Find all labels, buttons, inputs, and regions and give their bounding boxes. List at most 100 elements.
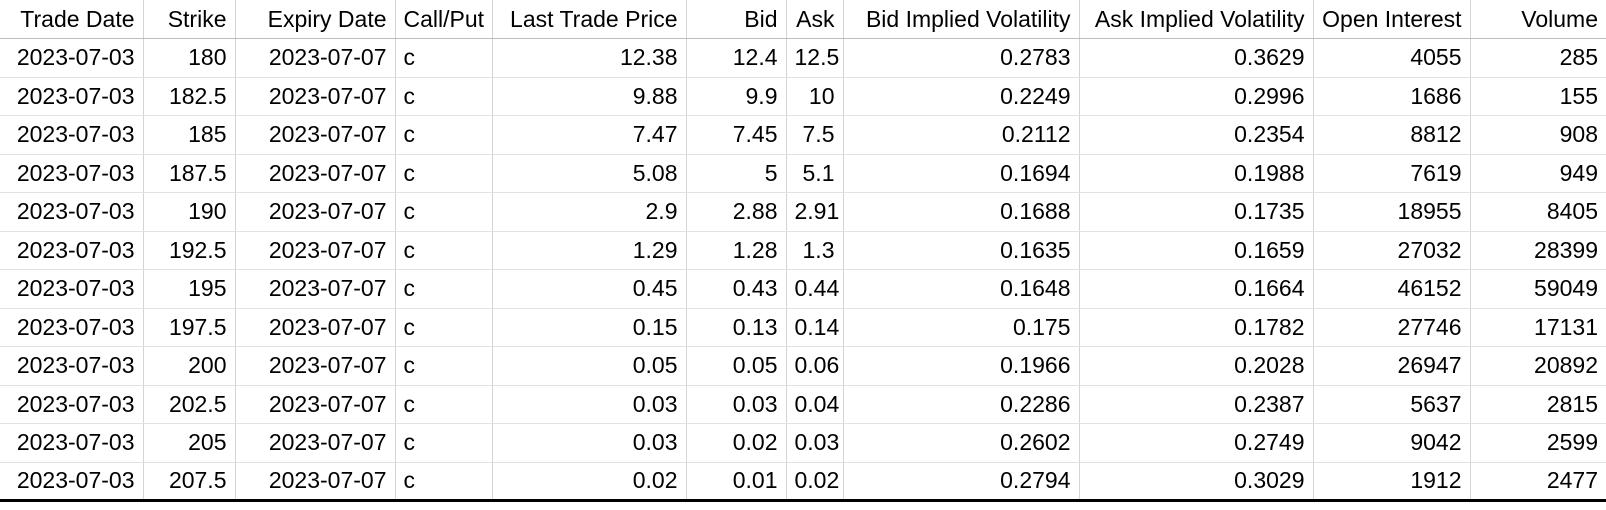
cell-bid: 0.02: [686, 423, 787, 463]
cell-strike: 207.5: [143, 462, 236, 502]
table-row[interactable]: 2023-07-03 200 2023-07-07 c 0.05 0.05 0.06 0.19…: [0, 346, 1606, 386]
cell-open-interest: 8812: [1313, 115, 1471, 155]
cell-call-put: c: [395, 192, 493, 232]
column-header-trade-date[interactable]: Trade Date: [0, 0, 144, 39]
table-header: Trade Date Strike Expiry Date Call/Put Last …: [0, 0, 1606, 39]
cell-expiry-date: 2023-07-07: [235, 115, 396, 155]
cell-bid-iv: 0.1966: [843, 346, 1080, 386]
cell-strike: 192.5: [143, 231, 236, 270]
table-row[interactable]: 2023-07-03 192.5 2023-07-07 c 1.29 1.28 1.3 0.1…: [0, 231, 1606, 270]
cell-volume: 20892: [1470, 346, 1606, 386]
table-row[interactable]: 2023-07-03 195 2023-07-07 c 0.45 0.43 0.44 0.16…: [0, 269, 1606, 309]
table-row[interactable]: 2023-07-03 185 2023-07-07 c 7.47 7.45 7.5 0.211…: [0, 115, 1606, 155]
cell-bid: 7.45: [686, 115, 787, 155]
options-chain-table: Trade Date Strike Expiry Date Call/Put Last …: [0, 0, 1606, 502]
cell-expiry-date: 2023-07-07: [235, 154, 396, 193]
table-row[interactable]: 2023-07-03 202.5 2023-07-07 c 0.03 0.03 0.04 0.…: [0, 385, 1606, 424]
cell-bid: 0.05: [686, 346, 787, 386]
column-header-open-interest[interactable]: Open Interest: [1313, 0, 1471, 39]
cell-trade-date: 2023-07-03: [0, 308, 144, 347]
cell-bid: 0.43: [686, 269, 787, 309]
cell-bid-iv: 0.1648: [843, 269, 1080, 309]
cell-bid: 2.88: [686, 192, 787, 232]
cell-ask-iv: 0.1988: [1079, 154, 1314, 193]
table-row[interactable]: 2023-07-03 190 2023-07-07 c 2.9 2.88 2.91 0.168…: [0, 192, 1606, 232]
cell-trade-date: 2023-07-03: [0, 346, 144, 386]
cell-trade-date: 2023-07-03: [0, 115, 144, 155]
cell-trade-date: 2023-07-03: [0, 462, 144, 502]
cell-ask-iv: 0.2354: [1079, 115, 1314, 155]
cell-bid-iv: 0.2783: [843, 38, 1080, 78]
cell-trade-date: 2023-07-03: [0, 385, 144, 424]
cell-strike: 187.5: [143, 154, 236, 193]
table-header-row: Trade Date Strike Expiry Date Call/Put Last …: [0, 0, 1606, 39]
cell-open-interest: 1912: [1313, 462, 1471, 502]
table-row[interactable]: 2023-07-03 205 2023-07-07 c 0.03 0.02 0.03 0.26…: [0, 423, 1606, 463]
cell-ask-iv: 0.1735: [1079, 192, 1314, 232]
cell-last-trade: 0.45: [492, 269, 687, 309]
cell-ask: 7.5: [786, 115, 844, 155]
cell-strike: 185: [143, 115, 236, 155]
cell-call-put: c: [395, 115, 493, 155]
table-row[interactable]: 2023-07-03 207.5 2023-07-07 c 0.02 0.01 0.02 0.…: [0, 462, 1606, 502]
cell-trade-date: 2023-07-03: [0, 269, 144, 309]
cell-strike: 205: [143, 423, 236, 463]
cell-call-put: c: [395, 423, 493, 463]
cell-ask-iv: 0.2749: [1079, 423, 1314, 463]
cell-ask: 5.1: [786, 154, 844, 193]
cell-ask: 0.14: [786, 308, 844, 347]
cell-strike: 200: [143, 346, 236, 386]
cell-last-trade: 0.03: [492, 385, 687, 424]
cell-call-put: c: [395, 385, 493, 424]
cell-last-trade: 12.38: [492, 38, 687, 78]
cell-expiry-date: 2023-07-07: [235, 231, 396, 270]
cell-ask: 2.91: [786, 192, 844, 232]
cell-call-put: c: [395, 462, 493, 502]
cell-bid-iv: 0.1694: [843, 154, 1080, 193]
cell-volume: 17131: [1470, 308, 1606, 347]
cell-trade-date: 2023-07-03: [0, 77, 144, 116]
column-header-ask[interactable]: Ask: [786, 0, 844, 39]
cell-call-put: c: [395, 154, 493, 193]
cell-volume: 2477: [1470, 462, 1606, 502]
cell-volume: 28399: [1470, 231, 1606, 270]
cell-expiry-date: 2023-07-07: [235, 38, 396, 78]
cell-volume: 908: [1470, 115, 1606, 155]
cell-ask: 12.5: [786, 38, 844, 78]
column-header-last-trade[interactable]: Last Trade Price: [492, 0, 687, 39]
cell-ask: 1.3: [786, 231, 844, 270]
column-header-strike[interactable]: Strike: [143, 0, 236, 39]
cell-ask: 0.44: [786, 269, 844, 309]
cell-open-interest: 1686: [1313, 77, 1471, 116]
cell-expiry-date: 2023-07-07: [235, 269, 396, 309]
cell-volume: 2599: [1470, 423, 1606, 463]
cell-ask: 0.06: [786, 346, 844, 386]
table-row[interactable]: 2023-07-03 182.5 2023-07-07 c 9.88 9.9 10 0.224…: [0, 77, 1606, 116]
cell-bid: 5: [686, 154, 787, 193]
cell-ask-iv: 0.1782: [1079, 308, 1314, 347]
cell-expiry-date: 2023-07-07: [235, 462, 396, 502]
column-header-call-put[interactable]: Call/Put: [395, 0, 493, 39]
cell-open-interest: 5637: [1313, 385, 1471, 424]
column-header-bid-iv[interactable]: Bid Implied Volatility: [843, 0, 1080, 39]
column-header-ask-iv[interactable]: Ask Implied Volatility: [1079, 0, 1314, 39]
cell-open-interest: 27746: [1313, 308, 1471, 347]
cell-call-put: c: [395, 38, 493, 78]
cell-strike: 195: [143, 269, 236, 309]
table-row[interactable]: 2023-07-03 187.5 2023-07-07 c 5.08 5 5.1 0.1694…: [0, 154, 1606, 193]
cell-trade-date: 2023-07-03: [0, 423, 144, 463]
cell-volume: 949: [1470, 154, 1606, 193]
cell-ask: 0.04: [786, 385, 844, 424]
cell-ask-iv: 0.2028: [1079, 346, 1314, 386]
column-header-volume[interactable]: Volume: [1470, 0, 1606, 39]
table-row[interactable]: 2023-07-03 180 2023-07-07 c 12.38 12.4 12.5 0.2…: [0, 38, 1606, 78]
cell-ask: 10: [786, 77, 844, 116]
column-header-bid[interactable]: Bid: [686, 0, 787, 39]
cell-trade-date: 2023-07-03: [0, 192, 144, 232]
cell-ask-iv: 0.1664: [1079, 269, 1314, 309]
cell-volume: 8405: [1470, 192, 1606, 232]
column-header-expiry-date[interactable]: Expiry Date: [235, 0, 396, 39]
cell-trade-date: 2023-07-03: [0, 231, 144, 270]
cell-call-put: c: [395, 77, 493, 116]
table-row[interactable]: 2023-07-03 197.5 2023-07-07 c 0.15 0.13 0.14 0.…: [0, 308, 1606, 347]
